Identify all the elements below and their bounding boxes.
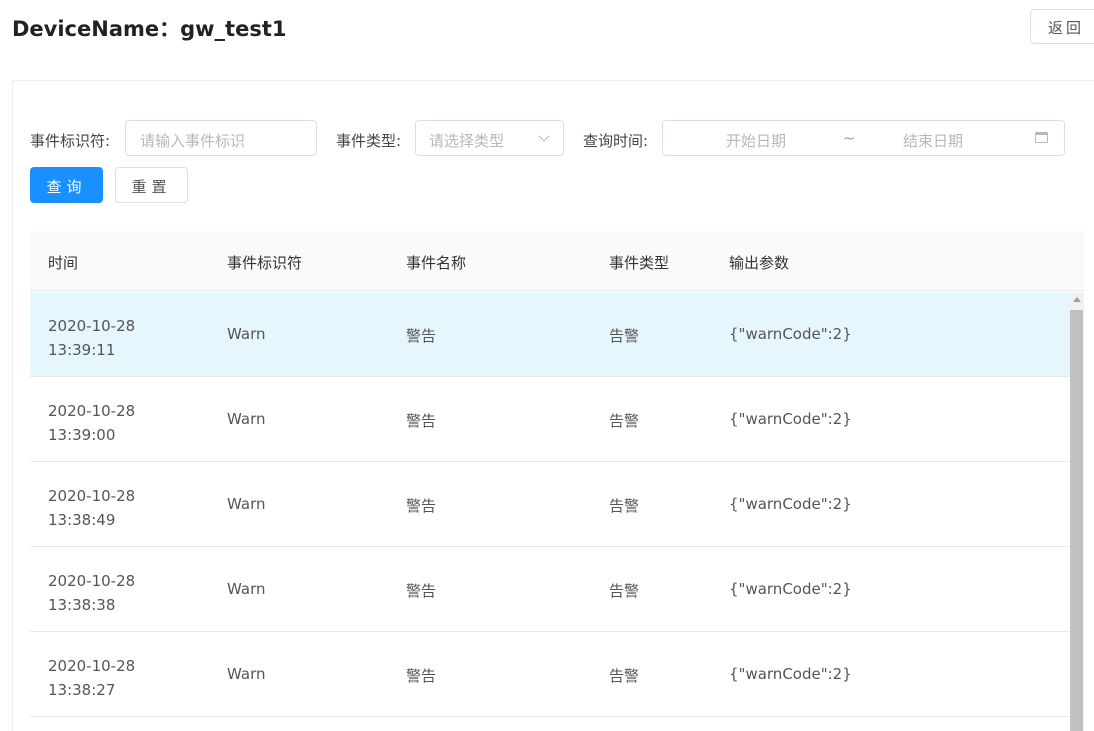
range-separator: ~ — [843, 129, 856, 147]
cell-name: 警告 — [406, 582, 437, 600]
scroll-up-arrow-icon[interactable] — [1073, 297, 1081, 302]
cell-time-text: 13:39:00 — [48, 426, 116, 444]
type-label: 事件类型: — [336, 132, 402, 150]
table-row[interactable]: 2020-10-28 13:38:49 Warn 警告 告警 {"warnCod… — [30, 462, 1084, 547]
column-header-name: 事件名称 — [406, 254, 467, 272]
cell-name: 警告 — [406, 497, 437, 515]
cell-type: 告警 — [609, 327, 640, 345]
identifier-input[interactable]: 请输入事件标识 — [125, 120, 317, 156]
end-date-placeholder[interactable]: 结束日期 — [903, 130, 963, 151]
query-button[interactable]: 查询 — [30, 167, 103, 203]
cell-time-text: 13:38:49 — [48, 511, 116, 529]
cell-type: 告警 — [609, 412, 640, 430]
table-body: 2020-10-28 13:39:11 Warn 警告 告警 {"warnCod… — [30, 292, 1084, 717]
cell-time: 2020-10-28 13:39:11 — [48, 314, 135, 362]
cell-name: 警告 — [406, 412, 437, 430]
reset-button[interactable]: 重置 — [115, 167, 188, 203]
time-label: 查询时间: — [583, 132, 649, 150]
calendar-icon — [1035, 132, 1048, 143]
cell-date-text: 2020-10-28 — [48, 487, 136, 505]
table-header: 时间 事件标识符 事件名称 事件类型 输出参数 — [30, 231, 1084, 291]
cell-type: 告警 — [609, 667, 640, 685]
cell-time-text: 13:38:38 — [48, 596, 116, 614]
cell-name: 警告 — [406, 667, 437, 685]
cell-identifier: Warn — [227, 410, 266, 428]
column-header-output: 输出参数 — [729, 254, 790, 272]
cell-time: 2020-10-28 13:39:00 — [48, 399, 135, 447]
cell-date-text: 2020-10-28 — [48, 572, 136, 590]
type-placeholder: 请选择类型 — [429, 132, 505, 150]
identifier-label: 事件标识符: — [30, 132, 111, 150]
cell-date-text: 2020-10-28 — [48, 657, 136, 675]
cell-date-text: 2020-10-28 — [48, 402, 136, 420]
cell-identifier: Warn — [227, 580, 266, 598]
cell-identifier: Warn — [227, 495, 266, 513]
cell-identifier: Warn — [227, 325, 266, 343]
column-header-time: 时间 — [48, 254, 79, 272]
identifier-placeholder: 请输入事件标识 — [140, 132, 246, 150]
cell-identifier: Warn — [227, 665, 266, 683]
page-title: DeviceName：gw_test1 — [12, 17, 287, 41]
cell-time: 2020-10-28 13:38:27 — [48, 654, 135, 702]
cell-time-text: 13:38:27 — [48, 681, 116, 699]
start-date-placeholder[interactable]: 开始日期 — [726, 130, 786, 151]
cell-time-text: 13:39:11 — [48, 341, 116, 359]
date-range-picker[interactable]: 开始日期 ~ 结束日期 — [662, 120, 1065, 156]
cell-output: {"warnCode":2} — [729, 580, 852, 598]
column-header-identifier: 事件标识符 — [227, 254, 303, 272]
table-row[interactable]: 2020-10-28 13:39:11 Warn 警告 告警 {"warnCod… — [30, 292, 1084, 377]
table-row[interactable]: 2020-10-28 13:38:38 Warn 警告 告警 {"warnCod… — [30, 547, 1084, 632]
column-header-type: 事件类型 — [609, 254, 670, 272]
cell-type: 告警 — [609, 497, 640, 515]
cell-time: 2020-10-28 13:38:38 — [48, 569, 135, 617]
cell-date-text: 2020-10-28 — [48, 317, 136, 335]
cell-output: {"warnCode":2} — [729, 325, 852, 343]
cell-output: {"warnCode":2} — [729, 665, 852, 683]
cell-type: 告警 — [609, 582, 640, 600]
cell-time: 2020-10-28 13:38:49 — [48, 484, 135, 532]
cell-output: {"warnCode":2} — [729, 495, 852, 513]
chevron-down-icon — [538, 130, 550, 142]
cell-output: {"warnCode":2} — [729, 410, 852, 428]
type-select[interactable]: 请选择类型 — [415, 120, 564, 156]
table-row[interactable]: 2020-10-28 13:39:00 Warn 警告 告警 {"warnCod… — [30, 377, 1084, 462]
scrollbar-thumb[interactable] — [1070, 310, 1083, 731]
device-event-page: DeviceName：gw_test1 返回 事件标识符: 请输入事件标识 事件… — [0, 0, 1094, 731]
event-table: 时间 事件标识符 事件名称 事件类型 输出参数 2020-10-28 13:39… — [30, 231, 1084, 731]
back-button[interactable]: 返回 — [1030, 9, 1094, 44]
cell-name: 警告 — [406, 327, 437, 345]
table-row[interactable]: 2020-10-28 13:38:27 Warn 警告 告警 {"warnCod… — [30, 632, 1084, 717]
